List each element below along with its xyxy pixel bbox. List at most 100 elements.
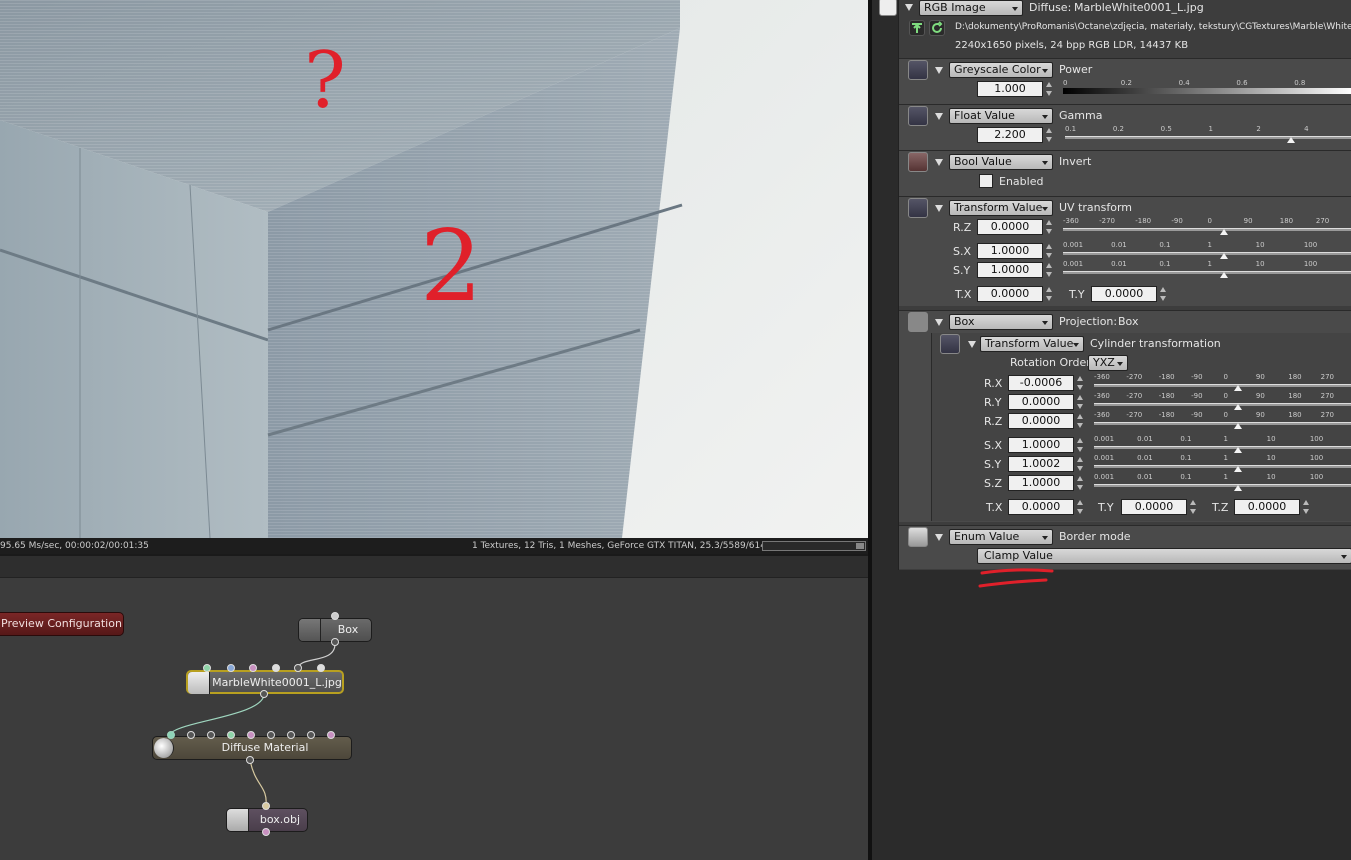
proj-sy-spinner[interactable] bbox=[1077, 457, 1083, 471]
proj-rx-spinner[interactable] bbox=[1077, 376, 1083, 390]
cylinder-transform-collapse-toggle[interactable] bbox=[968, 341, 976, 348]
image-pin-projection[interactable] bbox=[294, 664, 302, 672]
uv-transform-type-dropdown[interactable]: Transform Value bbox=[949, 200, 1053, 216]
proj-sy-thumb[interactable] bbox=[1234, 466, 1242, 472]
image-output-pin[interactable] bbox=[260, 690, 268, 698]
render-viewport[interactable]: ? 2 bbox=[0, 0, 868, 538]
proj-sz-spinner[interactable] bbox=[1077, 476, 1083, 490]
node-graph-editor[interactable]: Preview Configuration Box MarbleWhite000… bbox=[0, 556, 868, 860]
uv-sy-spinner[interactable] bbox=[1046, 263, 1052, 277]
proj-rz-thumb[interactable] bbox=[1234, 423, 1242, 429]
image-pin-gamma[interactable] bbox=[227, 664, 235, 672]
material-pin-3[interactable] bbox=[207, 731, 215, 739]
reload-image-icon[interactable] bbox=[929, 20, 945, 36]
proj-sx-spinner[interactable] bbox=[1077, 438, 1083, 452]
border-mode-collapse-toggle[interactable] bbox=[935, 534, 943, 541]
proj-ry-field[interactable]: 0.0000 bbox=[1008, 394, 1074, 410]
box-input-pin[interactable] bbox=[331, 612, 339, 620]
proj-ry-thumb[interactable] bbox=[1234, 404, 1242, 410]
preview-configuration-button[interactable]: Preview Configuration bbox=[0, 612, 124, 636]
image-pin-invert[interactable] bbox=[249, 664, 257, 672]
proj-ry-slider[interactable]: -360 -270 -180 -90 0 90 180 270 bbox=[1094, 392, 1351, 410]
uv-sy-thumb[interactable] bbox=[1220, 272, 1228, 278]
image-pin-transform[interactable] bbox=[272, 664, 280, 672]
proj-ry-spinner[interactable] bbox=[1077, 395, 1083, 409]
gamma-collapse-toggle[interactable] bbox=[935, 113, 943, 120]
proj-rz-spinner[interactable] bbox=[1077, 414, 1083, 428]
power-value-field[interactable]: 1.000 bbox=[977, 81, 1043, 97]
invert-type-dropdown[interactable]: Bool Value bbox=[949, 154, 1053, 170]
uv-tx-spinner[interactable] bbox=[1046, 287, 1052, 301]
mesh-input-pin[interactable] bbox=[262, 802, 270, 810]
proj-sz-slider[interactable]: 0.001 0.01 0.1 1 10 100 bbox=[1094, 473, 1351, 491]
proj-rx-field[interactable]: -0.0006 bbox=[1008, 375, 1074, 391]
material-pin-7[interactable] bbox=[287, 731, 295, 739]
rotation-tick-label: -270 bbox=[1126, 411, 1143, 419]
proj-sx-thumb[interactable] bbox=[1234, 447, 1242, 453]
uv-sx-thumb[interactable] bbox=[1220, 253, 1228, 259]
gamma-type-dropdown[interactable]: Float Value bbox=[949, 108, 1053, 124]
proj-tx-field[interactable]: 0.0000 bbox=[1008, 499, 1074, 515]
proj-sy-slider[interactable]: 0.001 0.01 0.1 1 10 100 bbox=[1094, 454, 1351, 472]
mesh-output-pin[interactable] bbox=[262, 828, 270, 836]
uv-sx-spinner[interactable] bbox=[1046, 244, 1052, 258]
image-type-dropdown[interactable]: RGB Image bbox=[919, 0, 1023, 16]
box-output-pin[interactable] bbox=[331, 638, 339, 646]
uv-ty-field[interactable]: 0.0000 bbox=[1091, 286, 1157, 302]
uv-sx-slider[interactable]: 0.001 0.01 0.1 1 10 100 bbox=[1063, 241, 1351, 259]
border-mode-type-dropdown[interactable]: Enum Value bbox=[949, 529, 1053, 545]
proj-rx-thumb[interactable] bbox=[1234, 385, 1242, 391]
power-collapse-toggle[interactable] bbox=[935, 67, 943, 74]
gamma-spinner[interactable] bbox=[1046, 128, 1052, 142]
material-pin-8[interactable] bbox=[307, 731, 315, 739]
uv-rz-thumb[interactable] bbox=[1220, 229, 1228, 235]
proj-rz-field[interactable]: 0.0000 bbox=[1008, 413, 1074, 429]
proj-sx-slider[interactable]: 0.001 0.01 0.1 1 10 100 bbox=[1094, 435, 1351, 453]
uv-rz-field[interactable]: 0.0000 bbox=[977, 219, 1043, 235]
material-pin-5[interactable] bbox=[247, 731, 255, 739]
power-slider[interactable]: 0 0.2 0.4 0.6 0.8 bbox=[1063, 79, 1351, 97]
proj-ty-field[interactable]: 0.0000 bbox=[1121, 499, 1187, 515]
proj-rz-slider[interactable]: -360 -270 -180 -90 0 90 180 270 bbox=[1094, 411, 1351, 429]
uv-transform-collapse-toggle[interactable] bbox=[935, 205, 943, 212]
uv-rz-slider[interactable]: -360 -270 -180 -90 0 90 180 270 bbox=[1063, 217, 1351, 235]
rotation-order-dropdown[interactable]: YXZ bbox=[1088, 355, 1128, 371]
border-mode-value-dropdown[interactable]: Clamp Value bbox=[977, 548, 1351, 564]
uv-sy-field[interactable]: 1.0000 bbox=[977, 262, 1043, 278]
uv-tx-field[interactable]: 0.0000 bbox=[977, 286, 1043, 302]
proj-tz-spinner[interactable] bbox=[1303, 500, 1309, 514]
uv-ty-spinner[interactable] bbox=[1160, 287, 1166, 301]
material-pin-2[interactable] bbox=[187, 731, 195, 739]
proj-sx-field[interactable]: 1.0000 bbox=[1008, 437, 1074, 453]
invert-enabled-checkbox[interactable] bbox=[979, 174, 993, 188]
material-output-pin[interactable] bbox=[246, 756, 254, 764]
cylinder-transform-type-dropdown[interactable]: Transform Value bbox=[980, 336, 1084, 352]
proj-ty-spinner[interactable] bbox=[1190, 500, 1196, 514]
image-pin-power[interactable] bbox=[203, 664, 211, 672]
material-pin-6[interactable] bbox=[267, 731, 275, 739]
material-pin-9[interactable] bbox=[327, 731, 335, 739]
proj-tx-spinner[interactable] bbox=[1077, 500, 1083, 514]
projection-collapse-toggle[interactable] bbox=[935, 319, 943, 326]
image-collapse-toggle[interactable] bbox=[905, 4, 913, 11]
material-pin-4[interactable] bbox=[227, 731, 235, 739]
material-pin-diffuse[interactable] bbox=[167, 731, 175, 739]
proj-sy-field[interactable]: 1.0002 bbox=[1008, 456, 1074, 472]
proj-tz-field[interactable]: 0.0000 bbox=[1234, 499, 1300, 515]
uv-sx-field[interactable]: 1.0000 bbox=[977, 243, 1043, 259]
uv-sy-slider[interactable]: 0.001 0.01 0.1 1 10 100 bbox=[1063, 260, 1351, 278]
projection-type-dropdown[interactable]: Box bbox=[949, 314, 1053, 330]
image-pin-border[interactable] bbox=[317, 664, 325, 672]
invert-collapse-toggle[interactable] bbox=[935, 159, 943, 166]
proj-sz-thumb[interactable] bbox=[1234, 485, 1242, 491]
proj-sz-field[interactable]: 1.0000 bbox=[1008, 475, 1074, 491]
uv-rz-spinner[interactable] bbox=[1046, 220, 1052, 234]
proj-rx-slider[interactable]: -360 -270 -180 -90 0 90 180 270 bbox=[1094, 373, 1351, 391]
gamma-slider-thumb[interactable] bbox=[1287, 137, 1295, 143]
power-spinner[interactable] bbox=[1046, 82, 1052, 96]
scale-tick-label: 0.001 bbox=[1094, 454, 1115, 462]
gamma-value-field[interactable]: 2.200 bbox=[977, 127, 1043, 143]
gamma-slider[interactable]: 0.1 0.2 0.5 1 2 4 bbox=[1065, 125, 1351, 143]
power-type-dropdown[interactable]: Greyscale Color bbox=[949, 62, 1053, 78]
load-image-icon[interactable] bbox=[909, 20, 925, 36]
